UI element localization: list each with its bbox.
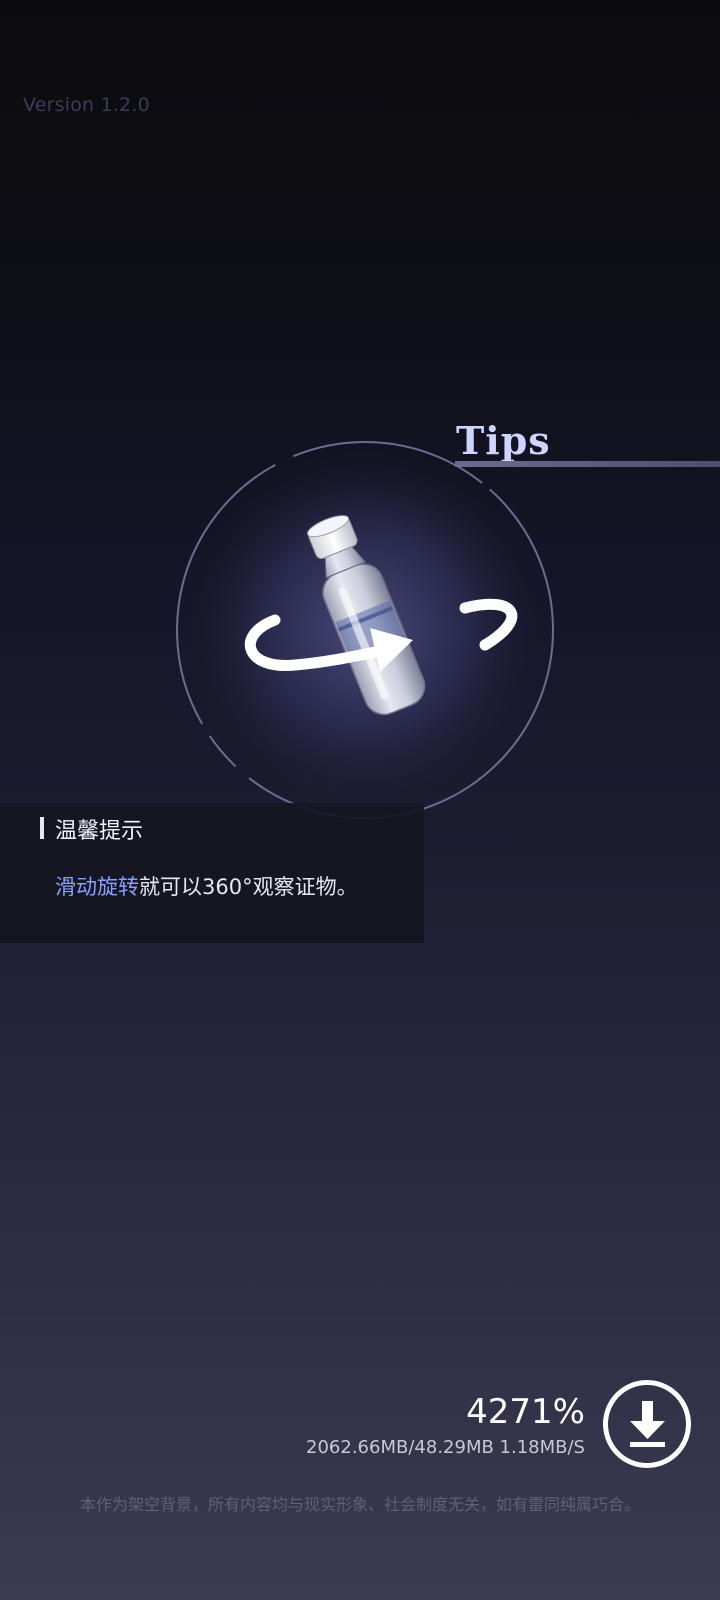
- rotate-bottle-icon: [176, 441, 554, 819]
- tip-highlight: 滑动旋转: [55, 875, 139, 899]
- tip-body-text: 就可以360°观察证物。: [139, 875, 358, 899]
- download-icon: [630, 1401, 665, 1447]
- tip-heading-marker: [40, 817, 44, 839]
- version-label: Version 1.2.0: [23, 94, 150, 116]
- tip-body: 滑动旋转就可以360°观察证物。: [55, 871, 358, 901]
- tip-illustration: [165, 430, 565, 830]
- tip-heading: 温馨提示: [55, 819, 144, 844]
- download-percent: 4271%: [466, 1392, 585, 1432]
- disclaimer-text: 本作为架空背景，所有内容均与现实形象、社会制度无关，如有雷同纯属巧合。: [79, 1495, 640, 1514]
- download-sizes: 2062.66MB/48.29MB 1.18MB/S: [306, 1437, 585, 1458]
- download-button[interactable]: [603, 1380, 691, 1468]
